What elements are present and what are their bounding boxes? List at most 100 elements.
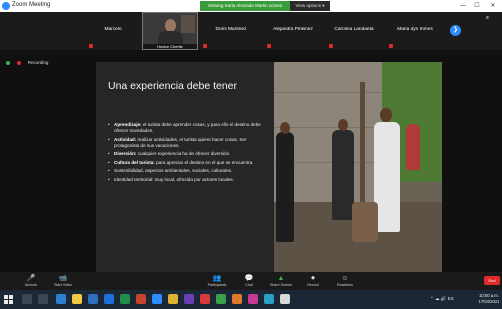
recording-icon: [17, 60, 22, 65]
participant-name: Marcelo: [104, 27, 122, 32]
chat-button[interactable]: 💬 Chat: [232, 272, 266, 290]
mic-muted-icon: [329, 44, 333, 48]
photo-pestle: [360, 82, 365, 207]
chrome-icon[interactable]: [168, 294, 178, 304]
connection-icon: [6, 60, 10, 65]
search-icon[interactable]: [22, 294, 32, 304]
slide-bullet: Cultura del turista: para apreciar el de…: [108, 160, 268, 166]
app-icon[interactable]: [216, 294, 226, 304]
slide-bullet: Diversión: cualquier experiencia ha de o…: [108, 151, 268, 157]
participant-tile[interactable]: Alejandra Pinkinez: [264, 12, 322, 50]
participant-name: Doris Martinez: [215, 27, 247, 32]
participant-name: Hector Cheritz: [143, 44, 197, 49]
participant-body: [158, 31, 183, 45]
mic-muted-icon: [203, 44, 207, 48]
chat-label: Chat: [245, 283, 253, 287]
mic-muted-icon: [389, 44, 393, 48]
bullet-term: Aprendizaje:: [114, 122, 142, 127]
meeting-toolbar: 🎤 Unmute 📹 Start Video 👥 Participants 💬 …: [0, 272, 502, 290]
mic-muted-icon: [267, 44, 271, 48]
participant-tile[interactable]: Marcelo: [86, 12, 140, 50]
record-label: Record: [307, 283, 319, 287]
reactions-label: Reactions: [337, 283, 353, 287]
participant-video-tile[interactable]: Hector Cheritz: [142, 12, 198, 50]
recording-label: Recording: [27, 60, 49, 66]
share-screen-label: Share Screen: [270, 283, 292, 287]
video-camera-icon: 📹: [58, 275, 68, 282]
close-icon[interactable]: ✕: [486, 1, 500, 11]
record-button[interactable]: ⏺ Record: [296, 272, 330, 290]
person-figure: [332, 130, 354, 220]
wall-seam: [274, 92, 394, 93]
share-screen-icon: ▲: [277, 275, 285, 282]
bullet-text: Sostenibilidad, aspectos ambientales, so…: [114, 168, 233, 173]
windows-taskbar: ⌃ ☁ 🔊 ES 10:50 a.m. 17/04/2021: [0, 290, 502, 309]
task-view-icon[interactable]: [38, 294, 48, 304]
participant-name: Alejandra Pinkinez: [273, 27, 313, 32]
record-icon: ⏺: [311, 275, 315, 282]
slide-bullets: Aprendizaje: el turista debe aprender co…: [108, 122, 268, 185]
title-bar: Zoom Meeting Viewing Karla Alvarado Mart…: [0, 0, 502, 12]
slide-bullet: Aprendizaje: el turista debe aprender co…: [108, 122, 268, 134]
chat-icon: 💬: [244, 275, 254, 282]
store-icon[interactable]: [88, 294, 98, 304]
word-icon[interactable]: [104, 294, 114, 304]
excel-icon[interactable]: [120, 294, 130, 304]
bullet-term: Cultura del turista:: [114, 159, 155, 165]
share-banner: Viewing Karla Alvarado Martin screen: [200, 1, 290, 11]
person-figure: [276, 132, 294, 242]
slide-title: Una experiencia debe tener: [108, 80, 238, 92]
edge-icon[interactable]: [56, 294, 66, 304]
recording-indicator: Recording: [6, 54, 48, 65]
file-explorer-icon[interactable]: [72, 294, 82, 304]
participant-name: Carolina Landaeta: [334, 27, 374, 32]
reactions-icon: ☺: [341, 275, 349, 282]
mic-muted-icon: [89, 44, 93, 48]
participant-strip: Marcelo Hector Cheritz Doris Martinez Al…: [0, 12, 502, 50]
next-participants-icon[interactable]: ❯: [450, 25, 461, 36]
clock-time: 10:50 a.m.: [479, 293, 499, 298]
bullet-text: para apreciar el destino en el que se en…: [154, 159, 254, 165]
bullet-term: Actividad:: [114, 136, 137, 142]
app-icon[interactable]: [232, 294, 242, 304]
app-icon[interactable]: [248, 294, 258, 304]
start-video-button[interactable]: 📹 Start Video: [46, 272, 80, 290]
unmute-label: Unmute: [24, 283, 38, 287]
gallery-menu-icon[interactable]: ≡: [486, 15, 489, 21]
participant-name: Maria dyn Inmes: [397, 27, 433, 32]
system-tray[interactable]: ⌃ ☁ 🔊 ES: [430, 296, 454, 302]
taskbar-clock[interactable]: 10:50 a.m. 17/04/2021: [478, 293, 500, 304]
share-screen-button[interactable]: ▲ Share Screen: [264, 272, 298, 290]
shared-slide: Una experiencia debe tener Aprendizaje: …: [96, 62, 442, 272]
participant-tile[interactable]: Maria dyn Inmes: [386, 12, 444, 50]
person-head: [380, 108, 392, 122]
teams-icon[interactable]: [184, 294, 194, 304]
app-icon[interactable]: [264, 294, 274, 304]
minimize-icon[interactable]: —: [456, 1, 470, 11]
participants-label: Participants: [207, 283, 227, 287]
slide-bullet: Actividad: realizar actividades, el turi…: [108, 137, 268, 149]
reactions-button[interactable]: ☺ Reactions: [328, 272, 362, 290]
windows-start-icon[interactable]: [4, 295, 13, 304]
window-title: Zoom Meeting: [12, 2, 51, 8]
photo-mortar: [352, 202, 378, 242]
app-icon[interactable]: [200, 294, 210, 304]
maximize-icon[interactable]: ☐: [470, 1, 484, 11]
unmute-button[interactable]: 🎤 Unmute: [14, 272, 48, 290]
bullet-text: Identidad territorial: muy local, ofreci…: [114, 176, 235, 182]
zoom-taskbar-icon[interactable]: [152, 294, 162, 304]
slide-bullet: Identidad territorial: muy local, ofreci…: [108, 177, 268, 183]
slide-photo: [274, 62, 442, 272]
participant-tile[interactable]: Doris Martinez: [200, 12, 262, 50]
person-head: [338, 119, 348, 131]
participant-tile[interactable]: Carolina Landaeta: [326, 12, 382, 50]
end-meeting-button[interactable]: End: [484, 276, 500, 285]
bullet-text: cualquier experiencia ha de ofrecer dive…: [136, 151, 231, 156]
powerpoint-icon[interactable]: [136, 294, 146, 304]
participants-button[interactable]: 👥 Participants: [200, 272, 234, 290]
view-options-button[interactable]: View options ▾: [290, 1, 330, 11]
start-video-label: Start Video: [54, 283, 72, 287]
app-icon[interactable]: [280, 294, 290, 304]
clock-date: 17/04/2021: [478, 298, 500, 304]
video-background: [181, 15, 195, 33]
